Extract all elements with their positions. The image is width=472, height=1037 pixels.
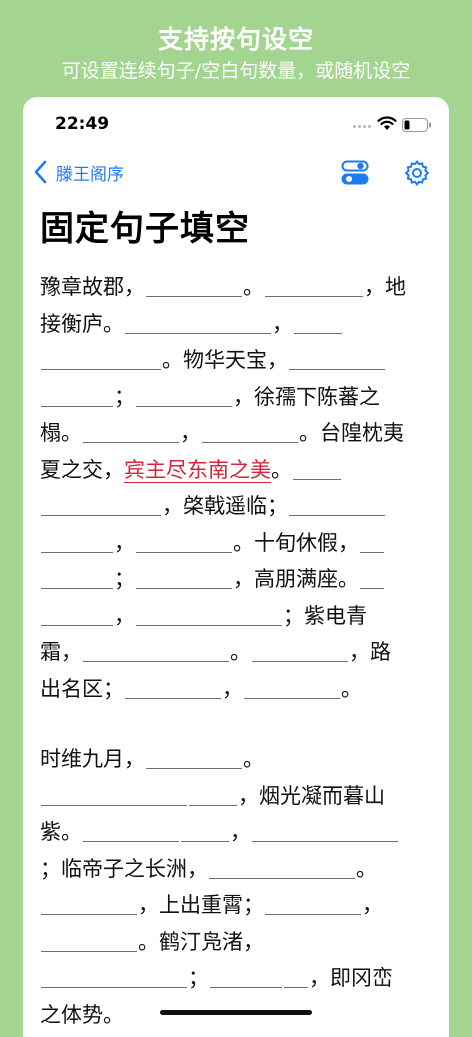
text-segment: ，棨戟遥临； [162,494,288,518]
phone-screen: 22:49 滕王阁序 固定句子填空 豫章故郡，。，地接衡庐。 ，。物华天宝，； ，徐… [23,97,449,1037]
paragraph-1: 豫章故郡，。，地接衡庐。 ，。物华天宝，； ，徐孺下陈蕃之榻。，。台隍枕夷夏之交，宾… [40,269,408,707]
text-segment: 。 [243,275,264,299]
blank-slot[interactable] [125,311,271,334]
back-button[interactable]: 滕王阁序 [32,159,124,185]
blank-slot[interactable] [289,347,385,370]
text-segment: 洲， [166,856,208,881]
text-segment: ；紫电青 [283,603,367,628]
text-segment: ，徐孺下陈蕃之 [233,384,380,409]
text-segment: 。台隍枕 [299,421,383,445]
text-segment: ， [230,820,251,844]
blank-slot[interactable] [41,783,187,806]
blank-slot[interactable] [136,603,282,626]
blank-slot[interactable] [294,311,342,334]
text-segment: 。十旬休假， [233,530,359,555]
blank-slot[interactable] [284,965,308,988]
banner-subtitle: 可设置连续句子/空白句数量，或随机设空 [61,60,411,82]
blank-slot[interactable] [41,384,113,407]
text-segment: 出名区； [40,676,124,701]
blank-slot[interactable] [41,929,137,952]
text-segment: 。 [271,457,292,482]
banner-title: 支持按句设空 [157,25,314,54]
text-segment: 。 [243,747,264,771]
toggle-settings-icon[interactable] [341,159,369,187]
blank-slot[interactable] [146,274,242,297]
blank-slot[interactable] [265,274,363,297]
text-segment: 出重霄； [180,893,264,917]
blank-slot[interactable] [125,676,221,699]
text-segment: 。 [341,676,362,701]
text-segment: 霜， [40,640,82,664]
blank-slot[interactable] [181,819,229,842]
blank-slot[interactable] [360,566,384,589]
page-title: 固定句子填空 [40,209,250,249]
text-segment: 榻。 [40,421,82,445]
text-segment: ； [114,384,135,409]
blank-slot[interactable] [189,783,237,806]
blank-slot[interactable] [146,746,242,769]
chevron-left-icon [34,160,47,184]
text-segment: ； [114,567,135,591]
blank-slot[interactable] [41,965,187,988]
text-segment: ， [114,530,135,555]
status-time: 22:49 [55,114,110,134]
text-segment: ； [188,966,209,990]
blank-slot[interactable] [360,530,384,553]
text-segment: 。鹤 [138,929,180,954]
blank-slot[interactable] [252,819,398,842]
text-segment: ，路 [349,640,391,664]
cellular-signal-icon [353,125,371,128]
text-segment: 。 [356,856,377,881]
text-segment: 豫章故郡， [40,275,145,299]
text-segment: ， [180,421,201,445]
blank-slot[interactable] [41,493,161,516]
blank-slot[interactable] [83,819,179,842]
blank-slot[interactable] [265,892,361,915]
blank-slot[interactable] [136,530,232,553]
text-segment: ，上 [138,893,180,917]
paragraph-2: 时维九月， 。，烟光凝而暮山紫。 ，；临帝子之长洲， 。，上出重霄； ，。鹤汀凫渚，；，… [40,741,408,1033]
battery-icon [402,118,431,132]
blank-slot[interactable] [293,457,341,480]
home-indicator [160,1010,312,1015]
blank-slot[interactable] [41,892,137,915]
blank-slot[interactable] [83,639,229,662]
back-label: 滕王阁序 [56,164,124,185]
blank-slot[interactable] [244,676,340,699]
blank-slot[interactable] [41,566,113,589]
text-segment: ， [222,676,243,701]
text-segment: ，高朋满座。 [233,567,359,591]
blank-slot[interactable] [136,566,232,589]
blank-slot[interactable] [289,493,385,516]
blank-slot[interactable] [41,603,113,626]
text-segment: 时维九月， [40,747,145,771]
blank-slot[interactable] [252,639,348,662]
wifi-icon [377,116,397,130]
text-segment: ， [362,893,383,917]
text-segment: ；临帝子之长 [40,856,166,881]
highlighted-sentence[interactable]: 宾主尽东南之美 [124,457,271,483]
text-segment: ， [364,275,385,299]
text-segment: ， [114,603,135,628]
blank-slot[interactable] [209,856,355,879]
blank-slot[interactable] [83,420,179,443]
text-segment: 。 [230,640,251,664]
blank-slot[interactable] [41,530,113,553]
gear-icon[interactable] [403,159,431,187]
blank-slot[interactable] [202,420,298,443]
blank-slot[interactable] [210,965,282,988]
text-segment: 。物华天宝， [162,348,288,372]
blank-slot[interactable] [41,347,161,370]
text-segment: 汀凫渚， [180,929,264,954]
text-segment: ， [272,311,293,336]
blank-slot[interactable] [136,384,232,407]
